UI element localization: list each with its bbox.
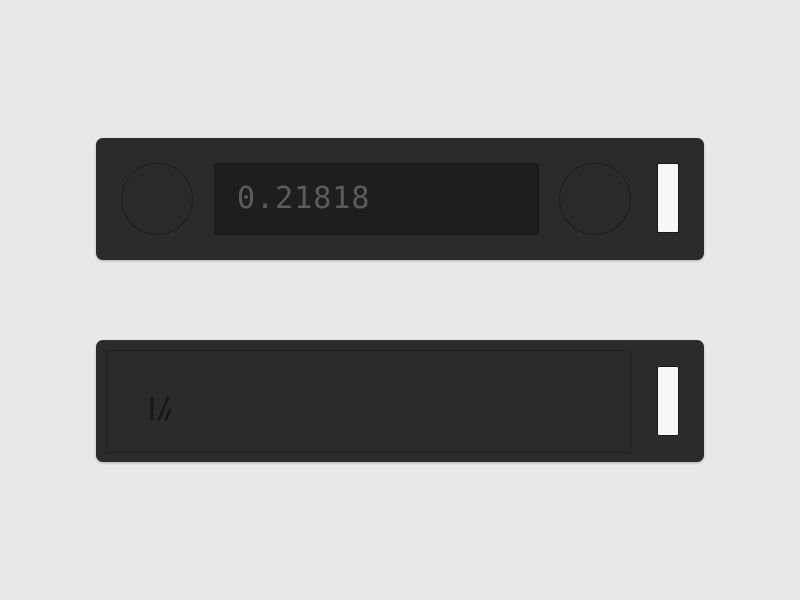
device-front: 0.21818	[96, 138, 704, 260]
device-screen: 0.21818	[214, 163, 539, 235]
keyring-slot	[658, 164, 678, 232]
keyring-slot	[658, 367, 678, 435]
left-button[interactable]	[121, 163, 193, 235]
back-panel	[106, 350, 631, 453]
brand-logo-icon	[150, 396, 172, 421]
screen-value: 0.21818	[237, 181, 371, 216]
device-back	[96, 340, 704, 462]
right-button[interactable]	[559, 163, 631, 235]
